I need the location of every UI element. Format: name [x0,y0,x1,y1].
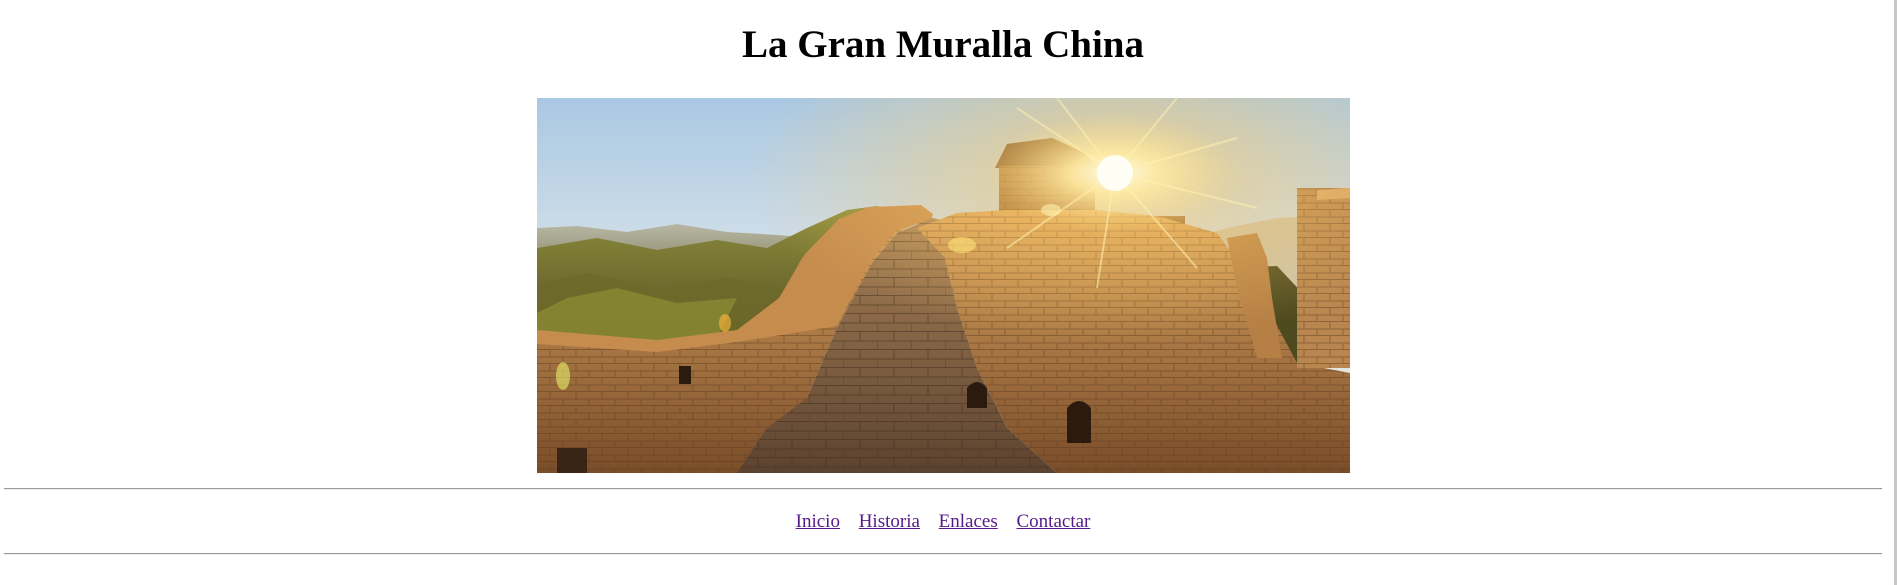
page: La Gran Muralla China Inicio Historia En… [0,0,1897,585]
great-wall-image [537,98,1350,473]
nav-link-contactar[interactable]: Contactar [1017,511,1091,532]
main-navigation: Inicio Historia Enlaces Contactar [0,510,1886,534]
nav-link-historia[interactable]: Historia [859,511,920,532]
top-divider [4,488,1882,490]
nav-link-inicio[interactable]: Inicio [796,511,840,532]
bottom-divider [4,553,1882,555]
page-title: La Gran Muralla China [742,23,1144,66]
nav-link-enlaces[interactable]: Enlaces [939,511,998,532]
